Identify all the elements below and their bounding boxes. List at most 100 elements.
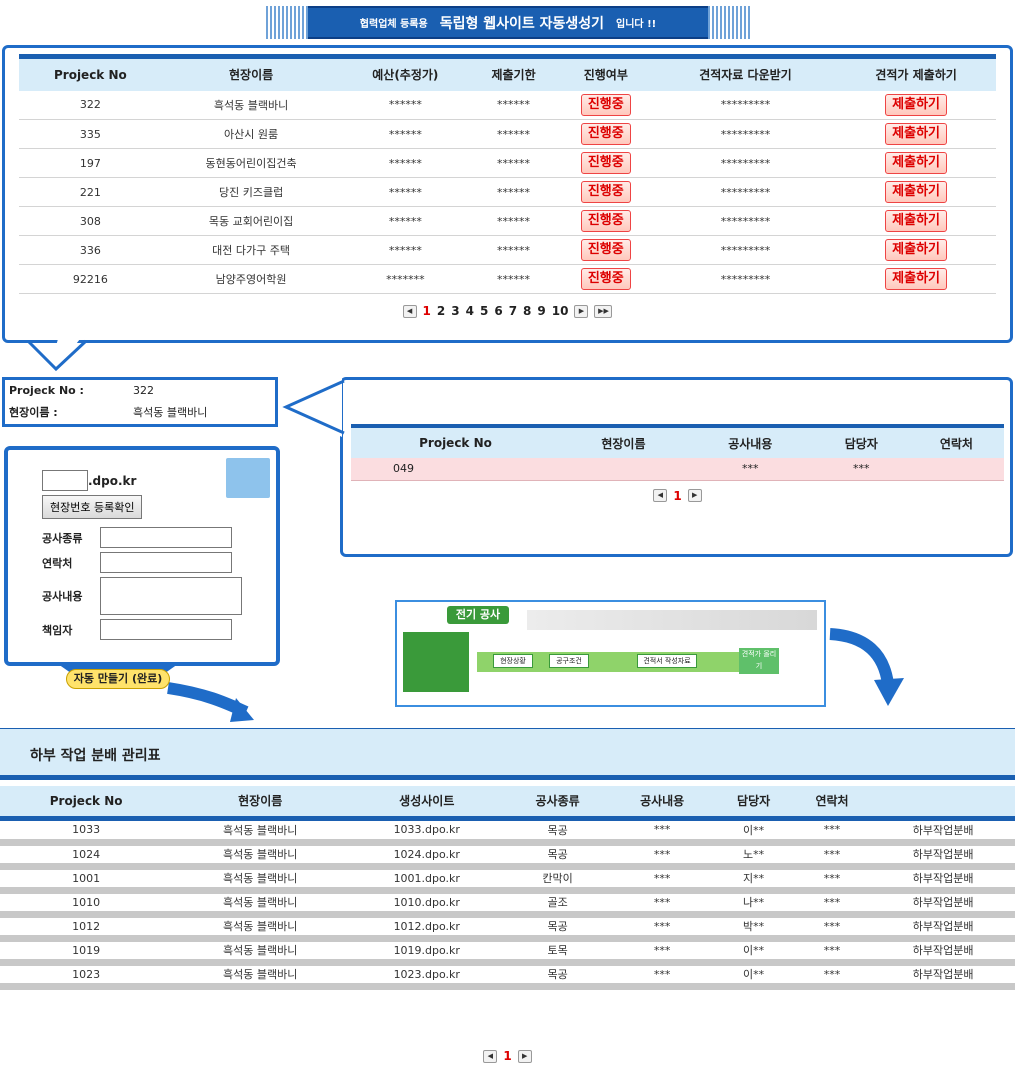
page-link[interactable]: 5	[480, 304, 488, 318]
project-name: 대전 다가구 주택	[161, 235, 341, 265]
table-row[interactable]: 1001 흑석동 블랙바니 1001.dpo.kr 칸막이 *** 지** *** 하부작업분…	[0, 866, 1015, 894]
distribute-link[interactable]: 하부작업분배	[871, 818, 1015, 846]
table-row[interactable]: 049 *** ***	[351, 458, 1004, 481]
table-row[interactable]: 335 아산시 원룸 ****** ****** 진행중 ********* 제출하기	[19, 119, 996, 149]
distribute-link[interactable]: 하부작업분배	[871, 866, 1015, 894]
register-check-button[interactable]: 현장번호 등록확인	[42, 495, 143, 519]
submit-button[interactable]: 제출하기	[885, 181, 947, 203]
contact-input[interactable]	[100, 552, 232, 573]
project-no: 1033	[0, 818, 173, 846]
banner-stripes-left	[266, 6, 308, 39]
page-numbers: 1 2 3 4 5 6 7 8 9 10	[423, 304, 569, 318]
page-link[interactable]: 2	[437, 304, 445, 318]
submit-button[interactable]: 제출하기	[885, 268, 947, 290]
table-row[interactable]: 336 대전 다가구 주택 ****** ****** 진행중 ********* 제출하기	[19, 235, 996, 265]
banner-title: 독립형 웹사이트 자동생성기	[439, 15, 604, 32]
status-button[interactable]: 진행중	[580, 93, 631, 116]
col-header: 진행여부	[556, 54, 655, 91]
submit-button[interactable]: 제출하기	[885, 239, 947, 261]
prev-page-icon[interactable]: ◀	[653, 489, 668, 502]
col-header: 연락처	[792, 786, 872, 821]
prev-page-icon[interactable]: ◀	[402, 304, 417, 318]
last-page-icon[interactable]: ▶▶	[594, 304, 613, 318]
banner-center: 협력업체 등록용 독립형 웹사이트 자동생성기 입니다 !!	[308, 6, 708, 39]
page-link[interactable]: 4	[466, 304, 474, 318]
auto-create-button[interactable]: 자동 만들기 (완료)	[66, 669, 170, 689]
table-row[interactable]: 308 목동 교회어린이집 ****** ****** 진행중 ********* 제출하기	[19, 206, 996, 236]
site-link[interactable]: 1012.dpo.kr	[348, 914, 506, 942]
page-link[interactable]: 10	[552, 304, 569, 318]
site-link[interactable]: 1023.dpo.kr	[348, 962, 506, 990]
project-no: 221	[19, 177, 162, 207]
distribute-link[interactable]: 하부작업분배	[871, 890, 1015, 918]
distribute-link[interactable]: 하부작업분배	[871, 938, 1015, 966]
col-header: 현장이름	[560, 424, 687, 458]
site-link[interactable]: 1033.dpo.kr	[348, 818, 506, 846]
submit-button[interactable]: 제출하기	[885, 123, 947, 145]
distribute-link[interactable]: 하부작업분배	[871, 914, 1015, 942]
manager: 이**	[714, 938, 793, 966]
content-textarea[interactable]	[100, 577, 242, 615]
submit-button[interactable]: 제출하기	[885, 152, 947, 174]
download-link[interactable]: *********	[654, 235, 837, 265]
distribute-link[interactable]: 하부작업분배	[871, 962, 1015, 990]
project-no: 322	[19, 90, 162, 120]
next-page-icon[interactable]: ▶	[687, 489, 702, 502]
table-row[interactable]: 221 당진 키즈클럽 ****** ****** 진행중 ********* 제출하기	[19, 177, 996, 207]
page-link[interactable]: 8	[523, 304, 531, 318]
status-button[interactable]: 진행중	[580, 181, 631, 203]
status-button[interactable]: 진행중	[580, 239, 631, 261]
download-link[interactable]: *********	[654, 264, 837, 294]
page-link[interactable]: 1	[423, 304, 431, 318]
manager-label: 책임자	[42, 623, 73, 637]
current-page[interactable]: 1	[503, 1049, 511, 1063]
download-link[interactable]: *********	[654, 148, 837, 178]
banner-suffix: 입니다 !!	[616, 19, 657, 30]
budget: ******	[340, 235, 471, 265]
status-button[interactable]: 진행중	[580, 210, 631, 232]
download-link[interactable]: *********	[654, 119, 837, 149]
download-link[interactable]: *********	[654, 90, 837, 120]
project-no: 1023	[0, 962, 173, 990]
distribute-link[interactable]: 하부작업분배	[871, 842, 1015, 870]
prev-page-icon[interactable]: ◀	[483, 1049, 498, 1063]
work-content: ***	[609, 938, 715, 966]
submit-button[interactable]: 제출하기	[885, 210, 947, 232]
next-page-icon[interactable]: ▶	[517, 1049, 532, 1063]
page-link[interactable]: 6	[494, 304, 502, 318]
next-page-icon[interactable]: ▶	[574, 304, 589, 318]
project-no: 336	[19, 235, 162, 265]
table-row[interactable]: 1012 흑석동 블랙바니 1012.dpo.kr 목공 *** 박** *** 하부작업분배	[0, 914, 1015, 942]
domain-input[interactable]	[42, 470, 88, 491]
contact-label: 연락처	[42, 556, 73, 570]
table-row[interactable]: 197 동현동어린이집건축 ****** ****** 진행중 ********* 제출하기	[19, 148, 996, 178]
col-header: 공사내용	[686, 424, 814, 458]
table-row[interactable]: 1019 흑석동 블랙바니 1019.dpo.kr 토목 *** 이** *** 하부작업분배	[0, 938, 1015, 966]
table-row[interactable]: 1010 흑석동 블랙바니 1010.dpo.kr 골조 *** 나** *** 하부작업분배	[0, 890, 1015, 918]
work-content: ***	[609, 842, 715, 870]
table-row[interactable]: 322 흑석동 블랙바니 ****** ****** 진행중 ********* 제출하기	[19, 90, 996, 120]
site-link[interactable]: 1001.dpo.kr	[348, 866, 506, 894]
download-link[interactable]: *********	[654, 177, 837, 207]
page-link[interactable]: 3	[451, 304, 459, 318]
status-button[interactable]: 진행중	[580, 152, 631, 174]
table-row[interactable]: 1033 흑석동 블랙바니 1033.dpo.kr 목공 *** 이** *** 하부작업분배	[0, 818, 1015, 846]
current-page[interactable]: 1	[673, 489, 681, 503]
submit-button[interactable]: 제출하기	[885, 93, 947, 116]
content-label: 공사내용	[42, 590, 83, 603]
type-input[interactable]	[100, 527, 232, 548]
table-row[interactable]: 1023 흑석동 블랙바니 1023.dpo.kr 목공 *** 이** *** 하부작업분배	[0, 962, 1015, 990]
page-link[interactable]: 7	[509, 304, 517, 318]
table-row[interactable]: 1024 흑석동 블랙바니 1024.dpo.kr 목공 *** 노** *** 하부작업분배	[0, 842, 1015, 870]
site-link[interactable]: 1010.dpo.kr	[348, 890, 506, 918]
site-link[interactable]: 1019.dpo.kr	[348, 938, 506, 966]
table-row[interactable]: 92216 남양주영어학원 ******* ****** 진행중 ********* 제출하…	[19, 264, 996, 294]
download-link[interactable]: *********	[654, 206, 837, 236]
manager-input[interactable]	[100, 619, 232, 640]
col-header: Projeck No	[19, 54, 162, 91]
status-button[interactable]: 진행중	[580, 123, 631, 145]
page-link[interactable]: 9	[537, 304, 545, 318]
site-link[interactable]: 1024.dpo.kr	[348, 842, 506, 870]
status-button[interactable]: 진행중	[580, 268, 631, 290]
project-name: 흑석동 블랙바니	[172, 866, 349, 894]
